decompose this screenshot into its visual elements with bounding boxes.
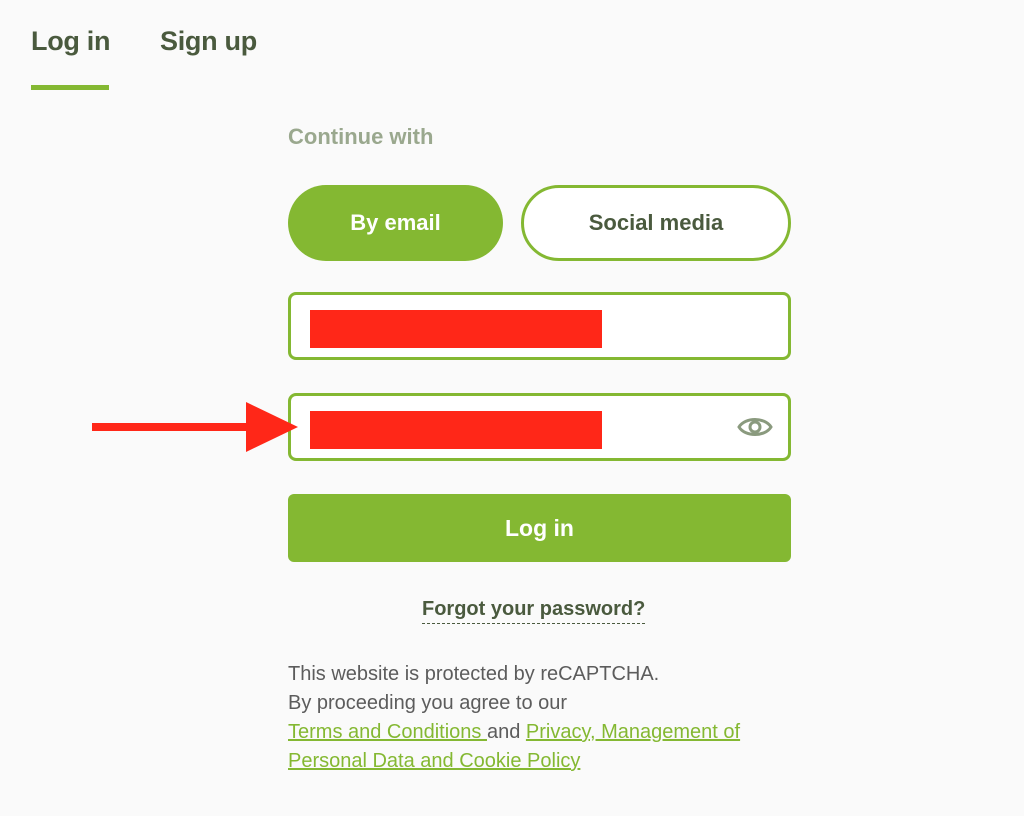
redaction-box [310,310,602,348]
active-tab-indicator [31,85,109,90]
eye-icon[interactable] [737,414,773,440]
and-text: and [486,721,526,743]
by-email-button[interactable]: By email [288,185,503,261]
legal-links: Terms and Conditions and Privacy, Manage… [288,718,788,776]
tab-login[interactable]: Log in [31,26,110,57]
redaction-box [310,411,602,449]
red-arrow-icon [92,402,298,452]
continue-with-label: Continue with [288,124,434,149]
password-field[interactable] [288,393,791,461]
login-page: Log in Sign up Continue with By email So… [0,0,1024,816]
tab-signup[interactable]: Sign up [160,26,257,57]
legal-notice: This website is protected by reCAPTCHA. … [288,660,788,776]
login-button[interactable]: Log in [288,494,791,562]
email-field[interactable] [288,292,791,360]
forgot-password-link[interactable]: Forgot your password? [422,598,646,624]
recaptcha-notice: This website is protected by reCAPTCHA. [288,663,660,685]
terms-link[interactable]: Terms and Conditions [288,721,487,743]
agreement-text: By proceeding you agree to our [288,692,568,714]
social-media-button[interactable]: Social media [521,185,791,261]
